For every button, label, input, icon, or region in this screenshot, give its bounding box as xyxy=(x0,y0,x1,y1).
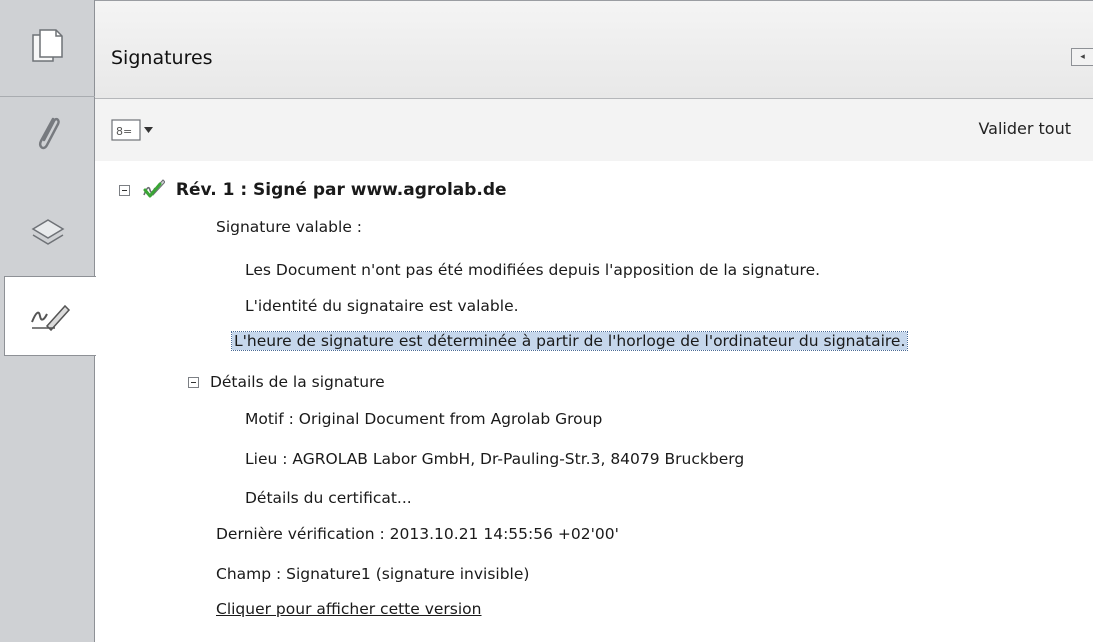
chevron-left-icon: ◂ xyxy=(1080,52,1085,62)
field-text: Champ : Signature1 (signature invisible) xyxy=(216,565,530,583)
signature-details-row[interactable]: Détails de la signature xyxy=(188,371,385,393)
revision-row[interactable]: Rév. 1 : Signé par www.agrolab.de xyxy=(119,177,507,201)
options-list-icon: 8= xyxy=(111,119,141,141)
pages-button[interactable] xyxy=(0,22,95,72)
status-line: L'identité du signataire est valable. xyxy=(245,297,519,315)
dropdown-arrow-icon xyxy=(144,127,153,133)
signature-details-label: Détails de la signature xyxy=(209,373,385,391)
status-line: Les Document n'ont pas été modifiées dep… xyxy=(245,261,821,279)
panel-title: Signatures xyxy=(111,47,213,69)
valid-signature-icon xyxy=(143,179,166,198)
status-line-selected[interactable]: L'heure de signature est déterminée à pa… xyxy=(230,330,909,352)
motif-text: Motif : Original Document from Agrolab G… xyxy=(245,410,603,428)
signatures-button[interactable] xyxy=(4,276,96,356)
view-version-link[interactable]: Cliquer pour afficher cette version xyxy=(216,598,482,620)
revision-title: Rév. 1 : Signé par www.agrolab.de xyxy=(175,180,507,200)
options-menu-button[interactable]: 8= xyxy=(111,119,153,141)
navigation-pane xyxy=(0,0,96,642)
location-text: Lieu : AGROLAB Labor GmbH, Dr-Pauling-St… xyxy=(245,450,745,468)
last-verification-text: Dernière vérification : 2013.10.21 14:55… xyxy=(216,525,619,543)
signatures-icon xyxy=(30,304,70,332)
panel-toolbar: 8= Valider tout xyxy=(95,99,1093,161)
signatures-panel: Signatures ◂ 8= Valider tout Rév. 1 : Si… xyxy=(95,0,1093,642)
attachment-icon xyxy=(38,117,60,150)
status-line-text: L'heure de signature est déterminée à pa… xyxy=(230,331,909,351)
panel-header: Signatures ◂ xyxy=(95,1,1093,99)
signature-status-label: Signature valable : xyxy=(216,218,363,236)
validate-all-button[interactable]: Valider tout xyxy=(978,119,1071,138)
layers-button[interactable] xyxy=(0,200,95,260)
svg-text:8=: 8= xyxy=(116,125,132,138)
collapse-icon[interactable] xyxy=(119,185,130,196)
nav-divider xyxy=(0,96,95,97)
collapse-panel-button[interactable]: ◂ xyxy=(1071,48,1093,66)
certificate-details-item[interactable]: Détails du certificat... xyxy=(245,487,412,509)
pages-icon xyxy=(31,29,63,62)
collapse-icon[interactable] xyxy=(188,377,199,388)
attachments-button[interactable] xyxy=(0,108,95,158)
layers-icon xyxy=(31,219,64,245)
